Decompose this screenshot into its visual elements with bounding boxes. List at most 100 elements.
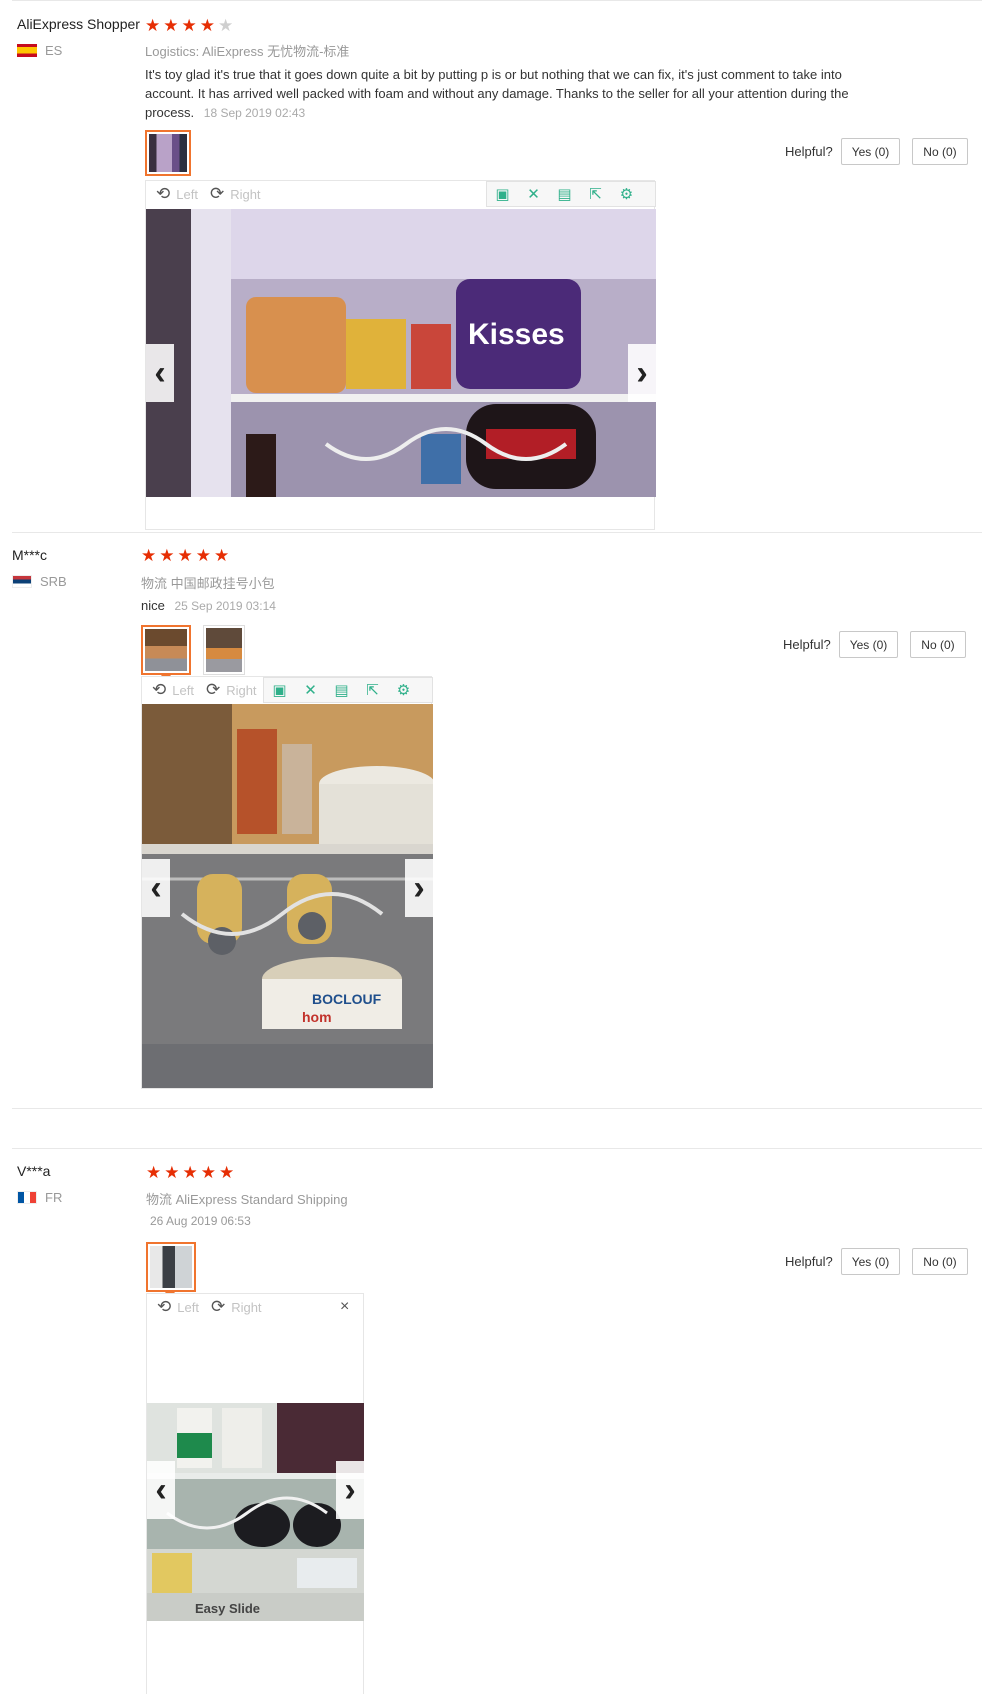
rotate-right-label[interactable]: Right xyxy=(226,683,256,698)
svg-text:Kisses: Kisses xyxy=(468,318,565,351)
review-thumbnail[interactable] xyxy=(141,625,191,675)
helpful-label: Helpful? xyxy=(783,637,831,652)
share-icon[interactable]: ⇱ xyxy=(580,185,611,203)
divider xyxy=(12,1108,982,1109)
helpful-no-button[interactable]: No (0) xyxy=(912,138,968,165)
reviewer-country: SRB xyxy=(12,574,67,589)
star-icon: ★ xyxy=(182,1163,198,1182)
image-viewer: ⟲ Left ⟳ Right ▣ ✕ ▤ ⇱ ⚙ BOCLOUF hom ‹ › xyxy=(141,676,433,1089)
image-viewer: ⟲ Left ⟳ Right × Easy Slide ‹ › xyxy=(146,1293,364,1694)
fit-icon[interactable]: ▣ xyxy=(487,185,518,203)
fridge-photo: Kisses xyxy=(146,209,656,497)
review-thumbnail[interactable] xyxy=(146,1242,196,1292)
rotate-left-label[interactable]: Left xyxy=(176,187,198,202)
review-thumbnail[interactable] xyxy=(203,625,245,675)
review-date: 18 Sep 2019 02:43 xyxy=(203,106,306,120)
flag-fr-icon xyxy=(17,1191,37,1204)
star-empty-icon: ★ xyxy=(218,16,234,35)
review-photo: Easy Slide ‹ › xyxy=(147,1403,364,1621)
rotate-right-icon[interactable]: ⟳ xyxy=(211,1297,225,1317)
star-icon: ★ xyxy=(219,1163,235,1182)
image-viewer: ⟲ Left ⟳ Right ▣ ✕ ▤ ⇱ ⚙ Kisses ‹ › xyxy=(145,180,656,530)
divider xyxy=(12,0,982,1)
rotate-right-icon[interactable]: ⟳ xyxy=(206,680,220,700)
rotate-right-label[interactable]: Right xyxy=(230,187,260,202)
helpful-yes-button[interactable]: Yes (0) xyxy=(840,138,901,165)
fullscreen-icon[interactable]: ✕ xyxy=(518,185,549,203)
flag-es-icon xyxy=(17,44,37,57)
logistics-info: 物流 中国邮政挂号小包 xyxy=(141,576,275,591)
star-icon: ★ xyxy=(163,16,179,35)
settings-icon[interactable]: ⚙ xyxy=(611,185,642,203)
country-code: FR xyxy=(45,1190,63,1205)
helpful-yes-button[interactable]: Yes (0) xyxy=(840,1248,901,1275)
review-photo: BOCLOUF hom ‹ › xyxy=(142,704,433,1088)
rotate-left-icon[interactable]: ⟲ xyxy=(156,184,170,204)
review-thumbnail[interactable] xyxy=(145,130,191,176)
helpful-no-button[interactable]: No (0) xyxy=(910,631,966,658)
viewer-toolbar: ⟲ Left ⟳ Right xyxy=(147,1294,363,1320)
rotate-left-icon[interactable]: ⟲ xyxy=(152,680,166,700)
helpful-label: Helpful? xyxy=(785,1254,833,1269)
fridge-photo: BOCLOUF hom xyxy=(142,704,433,1088)
rotate-left-icon[interactable]: ⟲ xyxy=(157,1297,171,1317)
viewer-tools: ▣ ✕ ▤ ⇱ ⚙ xyxy=(486,181,656,207)
star-icon: ★ xyxy=(159,546,175,565)
save-icon[interactable]: ▤ xyxy=(549,185,580,203)
save-icon[interactable]: ▤ xyxy=(326,681,357,699)
review-date: 25 Sep 2019 03:14 xyxy=(174,599,276,613)
rotate-right-label[interactable]: Right xyxy=(231,1300,261,1315)
close-icon[interactable]: × xyxy=(340,1298,349,1316)
country-code: ES xyxy=(45,43,63,58)
logistics-info: Logistics: AliExpress 无忧物流-标准 xyxy=(145,44,350,59)
next-image-button[interactable]: › xyxy=(405,859,433,917)
reviewer-name: V***a xyxy=(17,1163,51,1179)
review-photo: Kisses ‹ › xyxy=(146,209,656,497)
prev-image-button[interactable]: ‹ xyxy=(146,344,174,402)
reviewer-country: FR xyxy=(17,1190,62,1205)
star-icon: ★ xyxy=(177,546,193,565)
review-text: nice 25 Sep 2019 03:14 xyxy=(141,596,276,616)
review-text: It's toy glad it's true that it goes dow… xyxy=(145,65,880,123)
star-icon: ★ xyxy=(181,16,197,35)
star-icon: ★ xyxy=(141,546,157,565)
reviewer-name: AliExpress Shopper xyxy=(17,16,140,32)
star-icon: ★ xyxy=(145,16,161,35)
svg-text:hom: hom xyxy=(302,1009,332,1025)
rotate-right-icon[interactable]: ⟳ xyxy=(210,184,224,204)
star-icon: ★ xyxy=(164,1163,180,1182)
photo-caption: Easy Slide xyxy=(195,1601,260,1616)
next-image-button[interactable]: › xyxy=(628,344,656,402)
star-icon: ★ xyxy=(200,1163,216,1182)
fridge-photo: Easy Slide xyxy=(147,1403,364,1621)
reviewer-country: ES xyxy=(17,43,62,58)
logistics-info: 物流 AliExpress Standard Shipping xyxy=(146,1192,348,1207)
flag-rs-icon xyxy=(12,575,32,588)
star-rating: ★ ★ ★ ★ ★ xyxy=(146,1164,234,1181)
prev-image-button[interactable]: ‹ xyxy=(142,859,170,917)
next-image-button[interactable]: › xyxy=(336,1461,364,1519)
star-icon: ★ xyxy=(146,1163,162,1182)
helpful-section: Helpful? Yes (0) No (0) xyxy=(785,138,968,165)
prev-image-button[interactable]: ‹ xyxy=(147,1461,175,1519)
helpful-no-button[interactable]: No (0) xyxy=(912,1248,968,1275)
svg-text:BOCLOUF: BOCLOUF xyxy=(312,991,382,1007)
star-rating: ★ ★ ★ ★ ★ xyxy=(141,547,229,564)
review-date: 26 Aug 2019 06:53 xyxy=(150,1214,251,1228)
rotate-left-label[interactable]: Left xyxy=(172,683,194,698)
star-icon: ★ xyxy=(214,546,230,565)
country-code: SRB xyxy=(40,574,67,589)
helpful-yes-button[interactable]: Yes (0) xyxy=(838,631,899,658)
helpful-section: Helpful? Yes (0) No (0) xyxy=(783,631,966,658)
divider xyxy=(12,532,982,533)
share-icon[interactable]: ⇱ xyxy=(357,681,388,699)
star-icon: ★ xyxy=(199,16,215,35)
divider xyxy=(12,1148,982,1149)
settings-icon[interactable]: ⚙ xyxy=(388,681,419,699)
fit-icon[interactable]: ▣ xyxy=(264,681,295,699)
fullscreen-icon[interactable]: ✕ xyxy=(295,681,326,699)
rotate-left-label[interactable]: Left xyxy=(177,1300,199,1315)
helpful-label: Helpful? xyxy=(785,144,833,159)
viewer-tools: ▣ ✕ ▤ ⇱ ⚙ xyxy=(263,677,433,703)
review-body: nice xyxy=(141,598,165,613)
